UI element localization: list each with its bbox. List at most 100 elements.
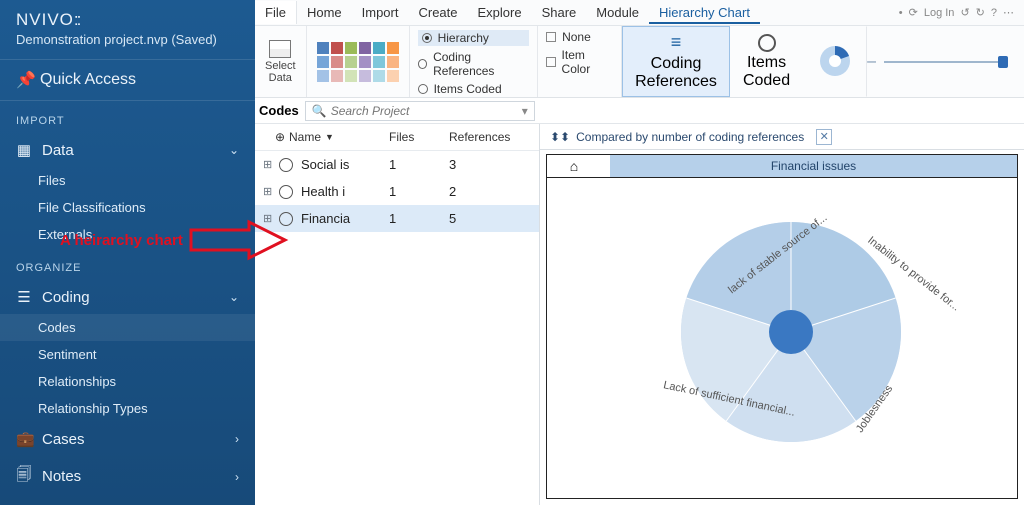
viz-tab: ⬍⬍ Compared by number of coding referenc… [540,124,1024,150]
sidebar-item-data[interactable]: ▦ Data ⌄ [0,133,255,167]
slider-track[interactable] [884,61,1004,63]
code-row[interactable]: ⊞ Social is 1 3 [255,151,539,178]
menu-hierarchy-chart[interactable]: Hierarchy Chart [649,1,760,24]
opt-hierarchy[interactable]: Hierarchy [418,30,530,46]
sidebar-item-label: Notes [42,468,81,485]
expand-icon[interactable]: ⊞ [263,185,275,198]
code-files: 1 [389,157,449,172]
ribbon-zoom-slider[interactable]: – [867,26,1024,97]
chevron-down-icon: ⌄ [229,290,239,304]
opt-item-color[interactable]: Item Color [546,48,613,76]
sidebar-sub-sentiment[interactable]: Sentiment [0,341,255,368]
list-icon: ☰ [16,288,32,306]
sidebar-item-notes[interactable]: 🗐 Notes › [0,456,255,497]
sort-icon: ▼ [325,132,334,142]
chevron-down-icon: ⌄ [229,143,239,157]
menu-file[interactable]: File [255,1,297,24]
arrow-icon [189,220,289,260]
sidebar-item-label: Data [42,142,74,159]
code-name: Financia [301,211,389,226]
codes-header: Codes 🔍 ▾ [255,98,1024,124]
home-icon: ⌂ [570,158,578,174]
titlebar-tools: • ⟳ Log In ↺ ↻ ? ⋯ [899,6,1024,19]
ribbon-btn-items-coded[interactable]: Items Coded [730,26,803,97]
more-icon[interactable]: ⋯ [1003,6,1014,19]
annotation-text: A heirarchy chart [60,232,183,249]
sidebar-item-coding[interactable]: ☰ Coding ⌄ [0,280,255,314]
ribbon-compare-options: Hierarchy Coding References Items Coded [410,26,539,97]
pin-icon: 📌 [16,70,32,90]
ribbon-btn-coding-references[interactable]: ≡ Coding References [622,26,730,97]
ribbon-select-data[interactable]: Select Data [255,26,307,97]
code-refs: 5 [449,211,456,226]
opt-label: Coding References [433,50,529,78]
menu-module[interactable]: Module [586,1,649,24]
ribbon-btn-sunburst[interactable] [803,26,867,97]
codes-title: Codes [255,103,305,118]
search-input[interactable] [331,104,522,118]
sidebar-item-label: Cases [42,431,85,448]
viz-tab-item[interactable]: ⬍⬍ Compared by number of coding referenc… [540,129,842,145]
chart-icon: ⬍⬍ [550,130,570,144]
menu-home[interactable]: Home [297,1,352,24]
sunburst-icon [816,42,854,80]
sidebar-sub-relationship-types[interactable]: Relationship Types [0,395,255,422]
opt-none[interactable]: None [546,30,613,44]
help-icon[interactable]: ? [991,7,997,19]
sidebar-item-label: Coding [42,289,90,306]
chevron-right-icon: › [235,432,239,446]
close-icon[interactable]: ✕ [816,129,832,145]
sidebar-item-cases[interactable]: 💼 Cases › [0,422,255,456]
app-area: File Home Import Create Explore Share Mo… [255,0,1024,505]
col-files[interactable]: Files [389,130,449,144]
col-name[interactable]: Name▼ [289,130,389,144]
ribbon-color-options: None Item Color [538,26,622,97]
checkbox-icon [546,57,555,67]
col-references[interactable]: References [449,130,531,144]
breadcrumb-current[interactable]: Financial issues [610,155,1017,177]
menu-create[interactable]: Create [408,1,467,24]
login-link[interactable]: Log In [924,7,955,19]
sync-icon[interactable]: ⟳ [909,6,918,19]
node-icon [279,185,293,199]
select-data-label: Select Data [265,60,296,84]
breadcrumb-home[interactable]: ⌂ [547,158,601,174]
expand-col-icon[interactable]: ⊕ [275,130,289,144]
ribbon: Select Data Hierarchy Coding References … [255,26,1024,98]
opt-items-coded[interactable]: Items Coded [418,82,530,96]
code-row[interactable]: ⊞ Health i 1 2 [255,178,539,205]
menu-share[interactable]: Share [532,1,587,24]
btn-label: Coding References [635,55,717,91]
sidebar-sub-relationships[interactable]: Relationships [0,368,255,395]
code-refs: 2 [449,184,456,199]
briefcase-icon: 💼 [16,430,32,448]
opt-label: Item Color [562,48,614,76]
dropdown-icon[interactable]: ▾ [522,104,528,118]
opt-label: Hierarchy [438,31,489,45]
menu-import[interactable]: Import [352,1,409,24]
sidebar-sub-files[interactable]: Files [0,167,255,194]
expand-icon[interactable]: ⊞ [263,158,275,171]
slider-thumb[interactable] [998,56,1008,68]
menu-explore[interactable]: Explore [468,1,532,24]
redo-icon[interactable]: ↻ [976,6,985,19]
quick-access[interactable]: 📌 Quick Access [0,59,255,101]
code-row[interactable]: ⊞ Financia 1 5 [255,205,539,232]
hierarchy-chart[interactable]: lack of stable source of... Inability to… [546,178,1018,499]
code-name: Social is [301,157,389,172]
lines-icon: ≡ [671,32,682,53]
sunburst-chart [651,192,931,472]
zoom-out-icon[interactable]: – [867,53,876,71]
brand-text: NVIVO [16,10,74,29]
sidebar-sub-codes[interactable]: Codes [0,314,255,341]
quick-access-label: Quick Access [40,71,136,89]
ribbon-palette[interactable] [307,26,410,97]
menubar: File Home Import Create Explore Share Mo… [255,0,1024,26]
search-project[interactable]: 🔍 ▾ [305,101,535,121]
breadcrumb: ⌂ Financial issues [546,154,1018,178]
app-logo: NVIVO:: [0,0,255,32]
viz-panel: ⬍⬍ Compared by number of coding referenc… [540,124,1024,505]
opt-coding-references[interactable]: Coding References [418,50,530,78]
undo-icon[interactable]: ↺ [960,6,969,19]
sidebar-sub-file-classifications[interactable]: File Classifications [0,194,255,221]
